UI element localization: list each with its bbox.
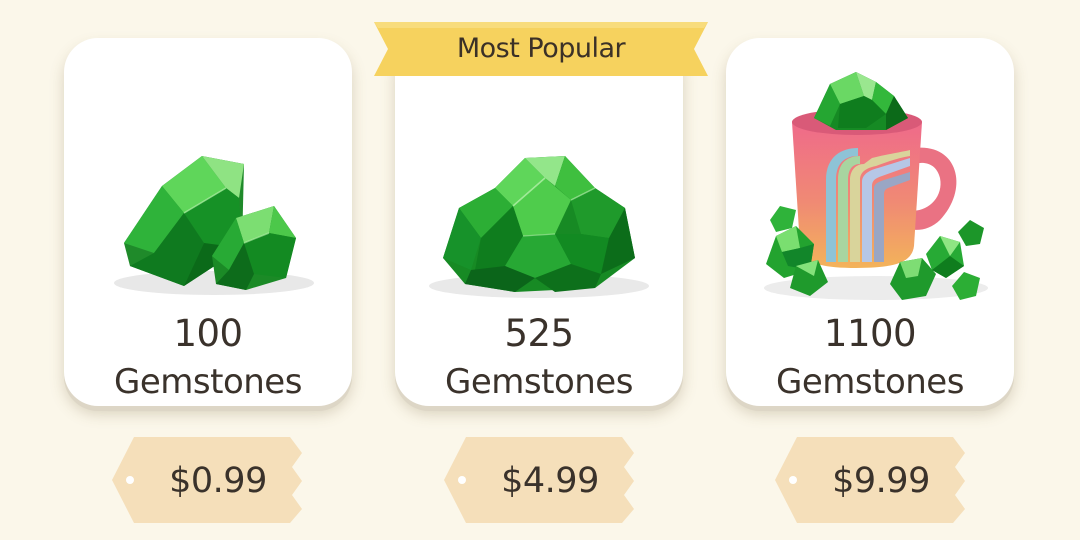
gem-unit-label: Gemstones — [776, 362, 964, 402]
gem-amount: 1100 — [823, 312, 917, 355]
price-label: $0.99 — [169, 461, 267, 501]
gem-amount: 525 — [504, 312, 574, 355]
price-label: $9.99 — [832, 461, 930, 501]
price-button-0-99[interactable]: $0.99 — [112, 437, 302, 523]
offer-card-525[interactable]: 525 Gemstones — [395, 38, 683, 406]
gem-unit-label: Gemstones — [445, 362, 633, 402]
price-button-4-99[interactable]: $4.99 — [444, 437, 634, 523]
price-button-9-99[interactable]: $9.99 — [775, 437, 965, 523]
gem-pile-icon — [429, 156, 649, 298]
offer-card-1100[interactable]: 1100 Gemstones — [726, 38, 1014, 406]
offer-card-100[interactable]: 100 Gemstones — [64, 38, 352, 406]
gem-pair-icon — [114, 156, 314, 295]
gem-amount: 100 — [173, 312, 243, 355]
most-popular-badge: Most Popular — [374, 22, 708, 76]
price-label: $4.99 — [501, 461, 599, 501]
gem-unit-label: Gemstones — [114, 362, 302, 402]
badge-label: Most Popular — [456, 33, 626, 64]
rainbow-mug-gems-icon — [764, 72, 988, 300]
